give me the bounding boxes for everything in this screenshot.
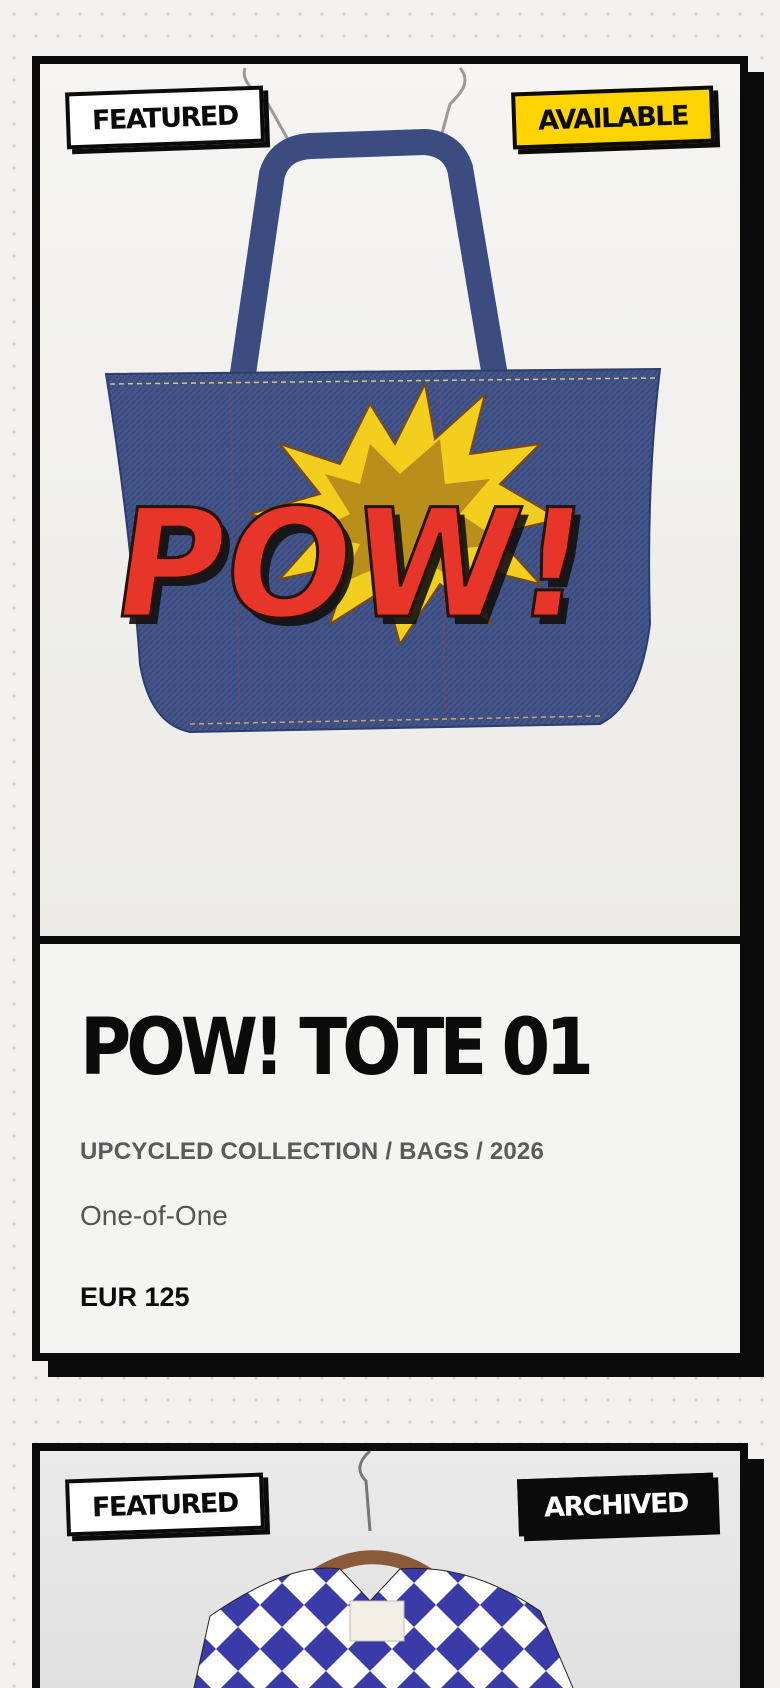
featured-badge: FEATURED — [65, 1472, 265, 1537]
product-info: POW! TOTE 01 UPCYCLED COLLECTION / BAGS … — [40, 936, 740, 1353]
product-image[interactable]: POW! POW! FEATURED AVAILABLE — [40, 64, 740, 936]
product-category: UPCYCLED COLLECTION / BAGS / 2026 — [80, 1138, 545, 1165]
product-card[interactable]: POW! POW! FEATURED AVAILABLE POW! TOTE 0… — [32, 56, 748, 1361]
product-card[interactable]: FEATURED ARCHIVED — [32, 1443, 748, 1688]
product-price: EUR 125 — [80, 1282, 190, 1312]
product-edition: One-of-One — [80, 1200, 228, 1231]
featured-badge: FEATURED — [65, 85, 265, 150]
product-image[interactable]: FEATURED ARCHIVED — [40, 1451, 740, 1688]
status-badge-available: AVAILABLE — [511, 85, 715, 150]
status-badge-archived: ARCHIVED — [517, 1472, 715, 1537]
product-title[interactable]: POW! TOTE 01 — [80, 1008, 700, 1086]
svg-text:POW!: POW! — [103, 477, 599, 652]
tote-bag-photo: POW! POW! — [102, 67, 662, 734]
